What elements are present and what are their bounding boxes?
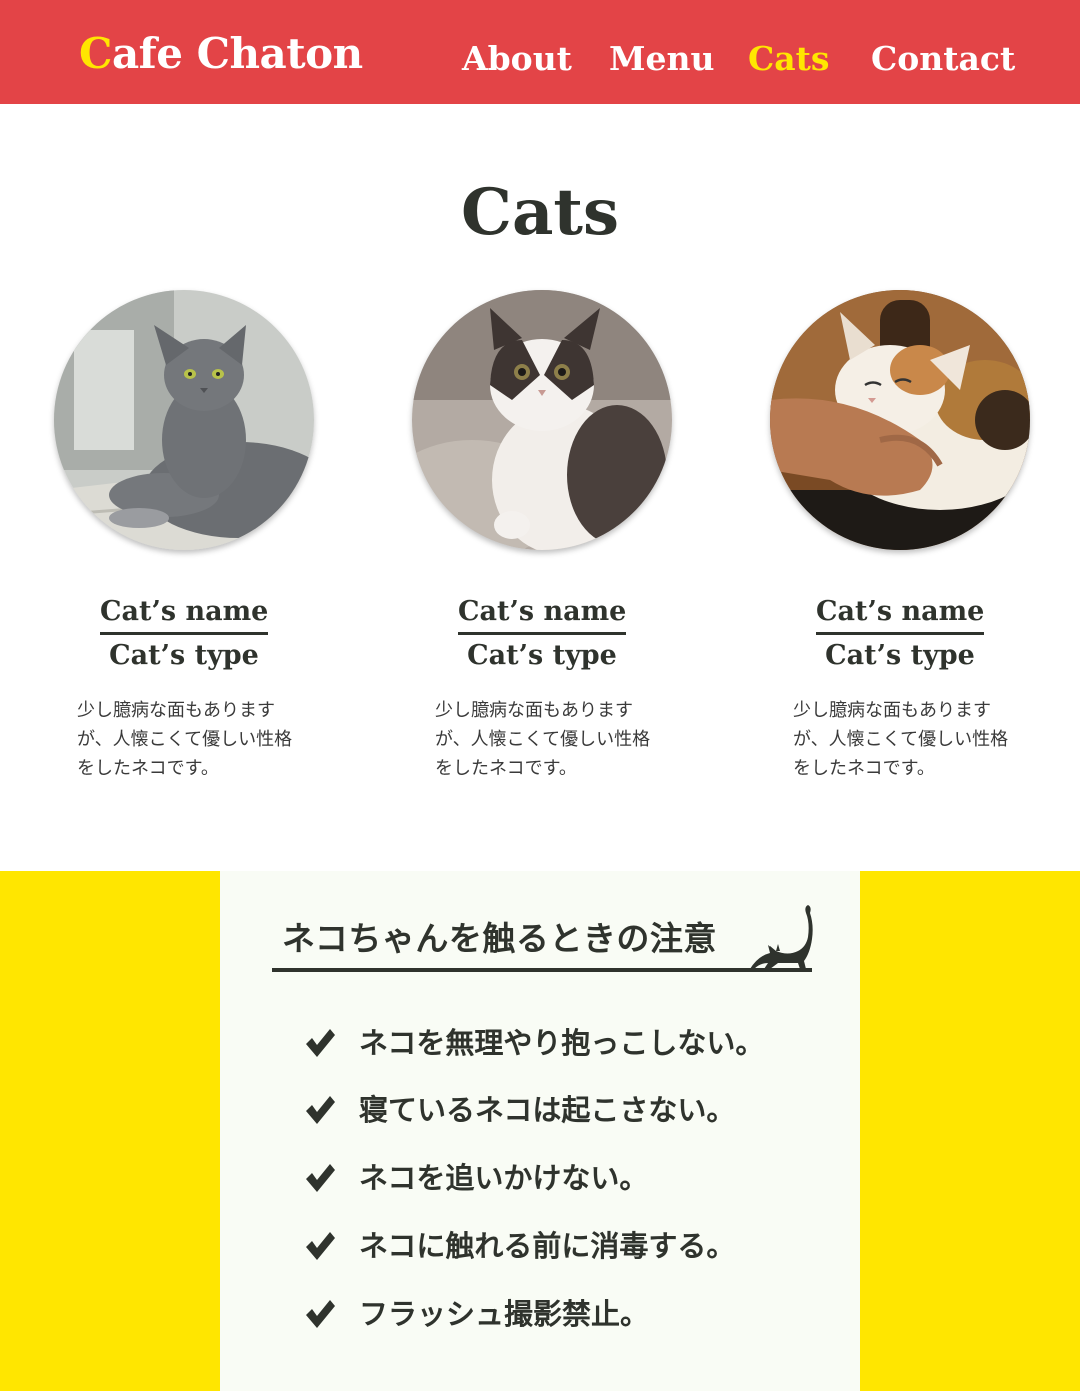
- black-white-kitten-photo: [412, 290, 672, 550]
- brand-logo[interactable]: Cafe Chaton: [79, 24, 363, 84]
- nav-menu[interactable]: Menu: [609, 32, 715, 86]
- cat-type: Cat’s type: [467, 640, 617, 671]
- rule-text: ネコに触れる前に消毒する。: [359, 1229, 736, 1263]
- page-title: Cats: [461, 175, 619, 250]
- brand-name: afe Chaton: [111, 29, 363, 78]
- cat-name: Cat’s name: [458, 592, 626, 635]
- cat-description: 少し臆病な面もありますが、人懐こくて優しい性格をしたネコです。: [77, 700, 293, 779]
- check-icon: [306, 1164, 335, 1192]
- cat-type: Cat’s type: [109, 640, 259, 671]
- check-icon: [306, 1096, 335, 1124]
- stretching-cat-icon: [750, 905, 813, 969]
- nav-contact[interactable]: Contact: [871, 32, 1015, 86]
- nav-cats[interactable]: Cats: [748, 32, 829, 86]
- rule-text: 寝ているネコは起こさない。: [359, 1093, 736, 1127]
- brand-initial: C: [79, 29, 112, 78]
- cat-card: Cat’s name Cat’s type 少し臆病な面もありますが、人懐こくて…: [770, 290, 1030, 790]
- check-icon: [306, 1232, 335, 1260]
- notice-panel: ネコちゃんを触るときの注意 ネコを無理やり抱っこしない。 寝ているネコは起こさな…: [220, 871, 860, 1391]
- calico-cat-petted-photo: [770, 290, 1030, 550]
- notice-underline: [272, 968, 812, 972]
- cat-type: Cat’s type: [825, 640, 975, 671]
- nav-about[interactable]: About: [462, 32, 572, 86]
- site-header: Cafe Chaton About Menu Cats Contact: [0, 0, 1080, 104]
- notice-section: ネコちゃんを触るときの注意 ネコを無理やり抱っこしない。 寝ているネコは起こさな…: [0, 871, 1080, 1391]
- cat-description: 少し臆病な面もありますが、人懐こくて優しい性格をしたネコです。: [435, 700, 651, 779]
- gray-cat-photo: [54, 290, 314, 550]
- cat-description: 少し臆病な面もありますが、人懐こくて優しい性格をしたネコです。: [793, 700, 1009, 779]
- notice-title: ネコちゃんを触るときの注意: [282, 919, 717, 958]
- rule-text: フラッシュ撮影禁止。: [359, 1297, 650, 1331]
- cat-name: Cat’s name: [100, 592, 268, 635]
- check-icon: [306, 1029, 335, 1057]
- rule-text: ネコを無理やり抱っこしない。: [359, 1026, 765, 1060]
- cat-name: Cat’s name: [816, 592, 984, 635]
- check-icon: [306, 1300, 335, 1328]
- cat-card: Cat’s name Cat’s type 少し臆病な面もありますが、人懐こくて…: [412, 290, 672, 790]
- cat-card: Cat’s name Cat’s type 少し臆病な面もありますが、人懐こくて…: [54, 290, 314, 790]
- rule-text: ネコを追いかけない。: [359, 1161, 649, 1195]
